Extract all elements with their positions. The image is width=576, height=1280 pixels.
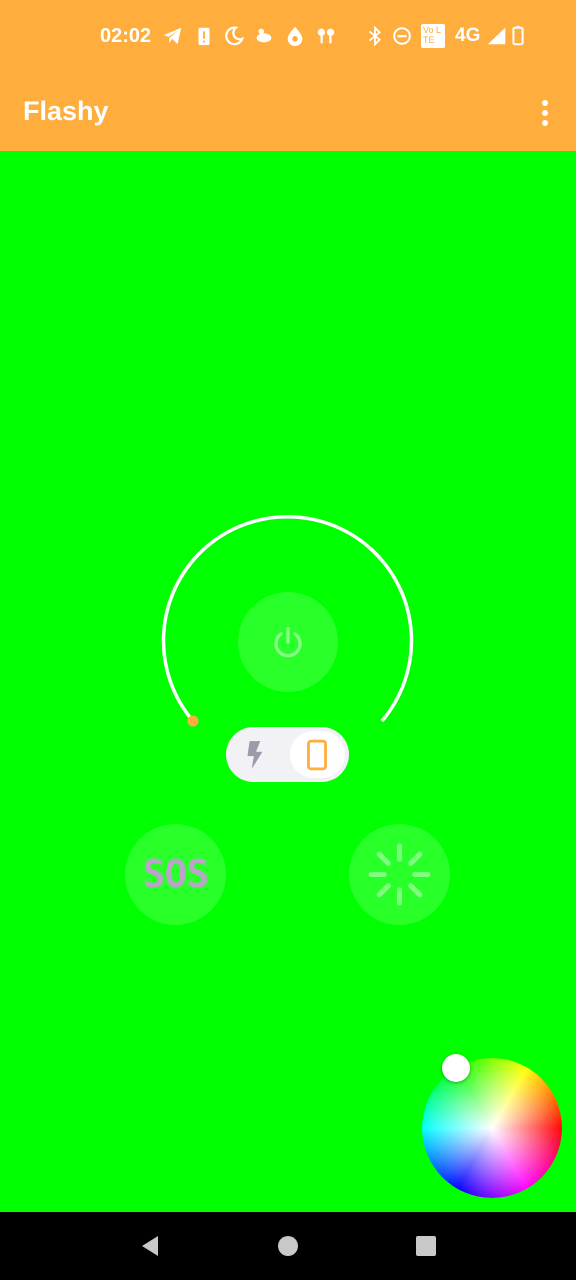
color-wheel[interactable]	[422, 1058, 562, 1198]
network-type: 4G	[455, 25, 481, 46]
drop-icon	[287, 26, 303, 47]
color-picker-handle[interactable]	[442, 1054, 470, 1082]
strobe-icon	[368, 843, 431, 906]
power-button[interactable]	[238, 592, 338, 692]
recents-icon[interactable]	[414, 1234, 438, 1258]
bluetooth-icon	[368, 25, 381, 47]
earbuds-icon	[317, 28, 335, 44]
back-icon[interactable]	[138, 1234, 162, 1258]
navigation-bar	[0, 1212, 576, 1280]
home-icon[interactable]	[276, 1234, 300, 1258]
strobe-button[interactable]	[349, 824, 450, 925]
status-bar: 02:02 Vo LTE 4G	[0, 0, 576, 74]
signal-icon	[487, 27, 506, 45]
notification-icon	[256, 28, 272, 43]
toggle-knob[interactable]	[290, 731, 345, 778]
battery-icon	[512, 25, 524, 46]
night-mode-icon	[225, 26, 245, 46]
battery-alert-icon	[198, 27, 210, 46]
power-icon	[274, 626, 302, 658]
mode-toggle[interactable]	[226, 727, 349, 782]
sos-button[interactable]: SOS	[125, 824, 226, 925]
dnd-icon	[393, 27, 411, 45]
app-bar: Flashy	[0, 74, 576, 151]
volte-icon: Vo LTE	[421, 24, 445, 48]
flash-icon[interactable]	[243, 739, 269, 771]
app-title: Flashy	[23, 96, 109, 126]
arc-handle[interactable]	[187, 715, 199, 727]
status-time: 02:02	[100, 25, 152, 47]
sos-label: SOS	[142, 852, 210, 896]
screen-icon	[307, 739, 327, 771]
more-vert-icon[interactable]	[533, 98, 557, 128]
telegram-icon	[163, 27, 182, 45]
